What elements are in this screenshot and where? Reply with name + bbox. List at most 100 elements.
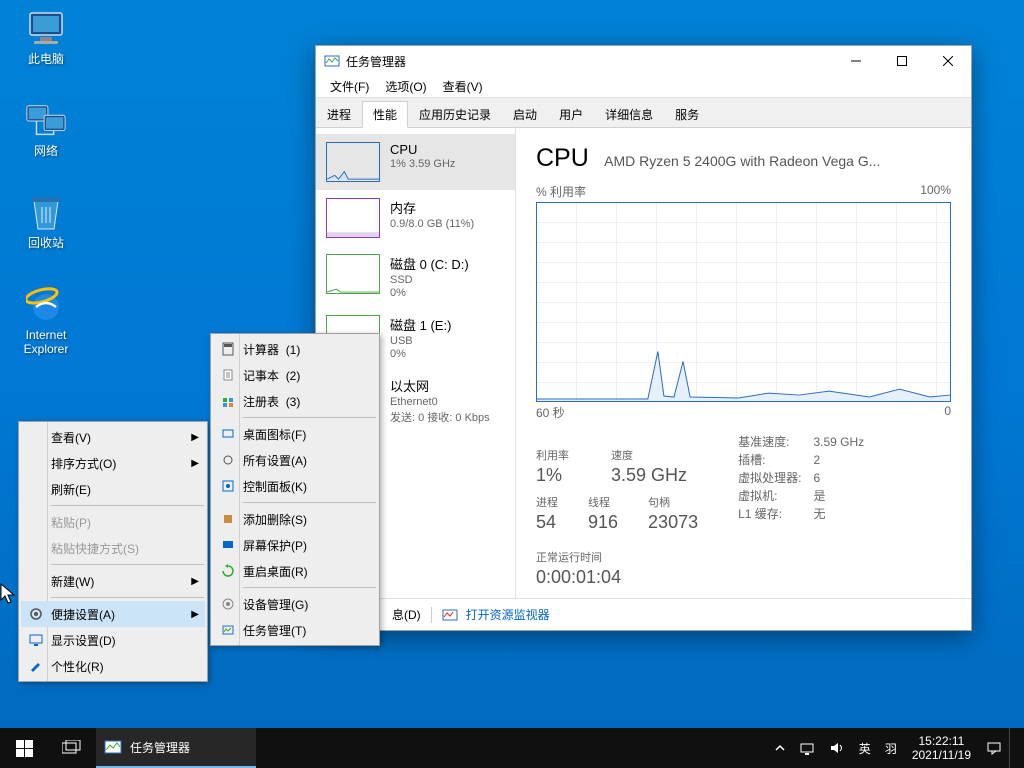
sub-desktop-icons[interactable]: 桌面图标(F) bbox=[213, 421, 377, 447]
stat-val: 23073 bbox=[648, 512, 698, 533]
notification-icon bbox=[986, 740, 1002, 756]
tab-details[interactable]: 详细信息 bbox=[594, 101, 664, 128]
stat-key: 进程 bbox=[536, 494, 558, 510]
recycle-bin-icon bbox=[25, 192, 67, 234]
maximize-button[interactable] bbox=[879, 46, 925, 76]
tray-ime-lang[interactable]: 英 bbox=[852, 728, 878, 768]
axis-label: 60 秒 bbox=[536, 404, 565, 421]
sub-task-manager[interactable]: 任务管理(T) bbox=[213, 617, 377, 643]
desktop-icon-label: 回收站 bbox=[28, 236, 64, 250]
ctx-refresh[interactable]: 刷新(E) bbox=[21, 476, 205, 502]
side-cpu[interactable]: CPU1% 3.59 GHz bbox=[316, 134, 515, 190]
mini-chart-icon bbox=[326, 254, 380, 294]
menu-view[interactable]: 查看(V) bbox=[437, 76, 489, 97]
chart-label: % 利用率 bbox=[536, 183, 586, 200]
gear-icon bbox=[21, 606, 51, 622]
stat-key: 线程 bbox=[588, 494, 618, 510]
tray-overflow[interactable] bbox=[768, 728, 792, 768]
sub-all-settings[interactable]: 所有设置(A) bbox=[213, 447, 377, 473]
display-icon bbox=[21, 632, 51, 648]
task-manager-icon bbox=[324, 53, 340, 69]
detail-key: 虚拟机: bbox=[738, 487, 801, 505]
device-manager-icon bbox=[213, 597, 243, 611]
tab-startup[interactable]: 启动 bbox=[502, 101, 548, 128]
desktop-icon-recycle-bin[interactable]: 回收站 bbox=[10, 192, 82, 250]
add-remove-icon bbox=[213, 512, 243, 526]
uptime-val: 0:00:01:04 bbox=[536, 567, 698, 588]
tray-volume[interactable] bbox=[822, 728, 852, 768]
calculator-icon bbox=[213, 342, 243, 356]
volume-icon bbox=[829, 740, 845, 756]
ctx-quick-settings[interactable]: 便捷设置(A)▶ bbox=[21, 601, 205, 627]
side-sub: 0.9/8.0 GB (11%) bbox=[390, 218, 474, 230]
chart-label: 100% bbox=[920, 183, 951, 200]
stat-key: 速度 bbox=[611, 447, 687, 463]
tray-network[interactable] bbox=[792, 728, 822, 768]
side-disk0[interactable]: 磁盘 0 (C: D:)SSD0% bbox=[316, 246, 515, 307]
stat-key: 句柄 bbox=[648, 494, 698, 510]
tray-notifications[interactable] bbox=[979, 728, 1009, 768]
start-button[interactable] bbox=[0, 728, 48, 768]
sub-restart-desktop[interactable]: 重启桌面(R) bbox=[213, 558, 377, 584]
ctx-display-settings[interactable]: 显示设置(D) bbox=[21, 627, 205, 653]
sub-control-panel[interactable]: 控制面板(K) bbox=[213, 473, 377, 499]
cpu-chart[interactable] bbox=[536, 202, 951, 402]
task-view-button[interactable] bbox=[48, 728, 96, 768]
notepad-icon bbox=[213, 368, 243, 382]
sub-screensaver[interactable]: 屏幕保护(P) bbox=[213, 532, 377, 558]
menu-options[interactable]: 选项(O) bbox=[379, 76, 432, 97]
ctx-paste-shortcut: 粘贴快捷方式(S) bbox=[21, 535, 205, 561]
tab-app-history[interactable]: 应用历史记录 bbox=[408, 101, 502, 128]
side-memory[interactable]: 内存0.9/8.0 GB (11%) bbox=[316, 190, 515, 246]
detail-key: 插槽: bbox=[738, 451, 801, 469]
tray-clock[interactable]: 15:22:11 2021/11/19 bbox=[904, 728, 979, 768]
task-manager-icon bbox=[104, 738, 122, 756]
resource-monitor-icon bbox=[442, 607, 458, 623]
sub-regedit[interactable]: 注册表 (3) bbox=[213, 388, 377, 414]
desktop-icon-this-pc[interactable]: 此电脑 bbox=[10, 8, 82, 66]
stat-val: 1% bbox=[536, 465, 569, 486]
stat-val: 916 bbox=[588, 512, 618, 533]
taskbar-app-task-manager[interactable]: 任务管理器 bbox=[96, 728, 256, 768]
regedit-icon bbox=[213, 394, 243, 408]
close-button[interactable] bbox=[925, 46, 971, 76]
minimize-button[interactable] bbox=[833, 46, 879, 76]
open-resource-monitor[interactable]: 打开资源监视器 bbox=[466, 606, 550, 623]
ctx-new[interactable]: 新建(W)▶ bbox=[21, 568, 205, 594]
mini-chart-icon bbox=[326, 198, 380, 238]
sub-notepad[interactable]: 记事本 (2) bbox=[213, 362, 377, 388]
this-pc-icon bbox=[25, 8, 67, 50]
tray-ime-mode[interactable]: 羽 bbox=[878, 728, 904, 768]
ctx-view[interactable]: 查看(V)▶ bbox=[21, 424, 205, 450]
side-title: 内存 bbox=[390, 198, 474, 217]
tab-services[interactable]: 服务 bbox=[664, 101, 710, 128]
quick-settings-submenu: 计算器 (1) 记事本 (2) 注册表 (3) 桌面图标(F) 所有设置(A) … bbox=[210, 333, 380, 646]
tab-processes[interactable]: 进程 bbox=[316, 101, 362, 128]
gear-icon bbox=[213, 453, 243, 467]
desktop-icon-network[interactable]: 网络 bbox=[10, 100, 82, 158]
detail-val: 是 bbox=[813, 487, 864, 505]
ctx-sort[interactable]: 排序方式(O)▶ bbox=[21, 450, 205, 476]
clock-time: 15:22:11 bbox=[919, 734, 965, 748]
menu-file[interactable]: 文件(F) bbox=[324, 76, 375, 97]
detail-val: 6 bbox=[813, 469, 864, 487]
side-sub: 0% bbox=[390, 287, 469, 299]
stat-val: 54 bbox=[536, 512, 558, 533]
sub-add-remove[interactable]: 添加删除(S) bbox=[213, 506, 377, 532]
desktop-icon-ie[interactable]: Internet Explorer bbox=[10, 284, 82, 356]
show-desktop-button[interactable] bbox=[1009, 728, 1024, 768]
titlebar[interactable]: 任务管理器 bbox=[316, 46, 971, 76]
tab-users[interactable]: 用户 bbox=[548, 101, 594, 128]
side-sub: Ethernet0 bbox=[390, 396, 490, 408]
side-sub: 0% bbox=[390, 348, 451, 360]
side-title: 磁盘 1 (E:) bbox=[390, 315, 451, 334]
tab-bar: 进程 性能 应用历史记录 启动 用户 详细信息 服务 bbox=[316, 98, 971, 128]
sub-device-manager[interactable]: 设备管理(G) bbox=[213, 591, 377, 617]
footer-less-info[interactable]: 息(D) bbox=[392, 606, 421, 623]
clock-date: 2021/11/19 bbox=[912, 748, 971, 762]
sub-calculator[interactable]: 计算器 (1) bbox=[213, 336, 377, 362]
desktop-icons-icon bbox=[213, 427, 243, 441]
tab-performance[interactable]: 性能 bbox=[362, 101, 408, 128]
ctx-personalize[interactable]: 个性化(R) bbox=[21, 653, 205, 679]
ie-icon bbox=[25, 284, 67, 326]
